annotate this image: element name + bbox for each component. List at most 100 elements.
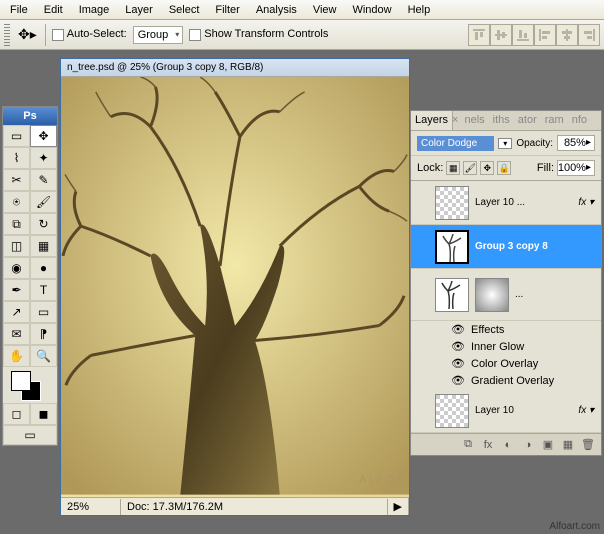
doc-size[interactable]: Doc: 17.3M/176.2M <box>121 499 388 515</box>
canvas[interactable]: ALFOA <box>61 77 409 497</box>
visibility-icon[interactable]: 👁 <box>451 357 465 370</box>
tab-navigator[interactable]: ator <box>514 111 541 130</box>
tab-layers[interactable]: Layers <box>411 111 453 130</box>
align-bottom-icon[interactable] <box>512 24 534 46</box>
auto-select-checkbox[interactable]: Auto-Select: <box>52 28 127 40</box>
layer-style-icon[interactable]: fx <box>479 437 497 453</box>
brush-tool[interactable]: 🖌 <box>30 191 57 213</box>
menu-filter[interactable]: Filter <box>207 1 247 19</box>
layer-name[interactable]: ... <box>515 289 597 300</box>
menu-view[interactable]: View <box>305 1 345 19</box>
layer-row[interactable]: ... <box>411 269 601 321</box>
new-group-icon[interactable]: ▣ <box>539 437 557 453</box>
toolbox[interactable]: Ps ▭ ✥ ⌇ ✦ ✂ ✎ ⍟ 🖌 ⧉ ↻ ◫ ▦ ◉ ● ✒ T ↗ ▭ ✉… <box>2 106 58 446</box>
menu-analysis[interactable]: Analysis <box>248 1 305 19</box>
opacity-input[interactable]: 85% ▸ <box>557 135 595 151</box>
hand-tool[interactable]: ✋ <box>3 345 30 367</box>
effect-item[interactable]: Inner Glow <box>471 341 524 353</box>
menu-window[interactable]: Window <box>344 1 399 19</box>
history-brush-tool[interactable]: ↻ <box>30 213 57 235</box>
visibility-icon[interactable]: 👁 <box>451 340 465 353</box>
effect-item[interactable]: Gradient Overlay <box>471 375 554 387</box>
status-arrow-icon[interactable]: ▶ <box>388 498 409 515</box>
visibility-icon[interactable]: 👁 <box>451 374 465 387</box>
gradient-tool[interactable]: ▦ <box>30 235 57 257</box>
eyedropper-tool[interactable]: ⁋ <box>30 323 57 345</box>
shape-tool[interactable]: ▭ <box>30 301 57 323</box>
blur-tool[interactable]: ◉ <box>3 257 30 279</box>
slice-tool[interactable]: ✎ <box>30 169 57 191</box>
visibility-icon[interactable]: 👁 <box>451 323 465 336</box>
color-swatches[interactable] <box>3 367 57 403</box>
menu-image[interactable]: Image <box>71 1 118 19</box>
grip-icon[interactable] <box>4 24 10 46</box>
fill-input[interactable]: 100% ▸ <box>557 160 595 176</box>
zoom-level[interactable]: 25% <box>61 499 121 515</box>
show-transform-checkbox[interactable]: Show Transform Controls <box>189 28 328 40</box>
healing-tool[interactable]: ⍟ <box>3 191 30 213</box>
tab-info[interactable]: nfo <box>568 111 591 130</box>
marquee-tool[interactable]: ▭ <box>3 125 30 147</box>
layer-row[interactable]: Layer 10 ... fx ▾ <box>411 181 601 225</box>
layer-row-selected[interactable]: Group 3 copy 8 <box>411 225 601 269</box>
align-right-icon[interactable] <box>578 24 600 46</box>
tab-close-icon[interactable]: × <box>450 111 460 130</box>
align-left-icon[interactable] <box>534 24 556 46</box>
pen-tool[interactable]: ✒ <box>3 279 30 301</box>
eraser-tool[interactable]: ◫ <box>3 235 30 257</box>
menu-select[interactable]: Select <box>161 1 208 19</box>
lock-transparency-icon[interactable]: ▦ <box>446 161 460 175</box>
align-top-icon[interactable] <box>468 24 490 46</box>
layer-name[interactable]: Layer 10 ... <box>475 197 569 208</box>
foreground-color-swatch[interactable] <box>11 371 31 391</box>
chevron-down-icon[interactable]: ▾ <box>498 138 512 149</box>
effect-item[interactable]: Color Overlay <box>471 358 538 370</box>
notes-tool[interactable]: ✉ <box>3 323 30 345</box>
adjustment-layer-icon[interactable]: ◑ <box>519 437 537 453</box>
move-tool-icon[interactable]: ✥▸ <box>16 24 39 45</box>
effects-label[interactable]: Effects <box>471 324 504 336</box>
layer-thumbnail[interactable] <box>435 230 469 264</box>
tab-paths[interactable]: iths <box>489 111 514 130</box>
lock-image-icon[interactable]: 🖌 <box>463 161 477 175</box>
link-layers-icon[interactable]: ⧉ <box>459 437 477 453</box>
new-layer-icon[interactable]: ▦ <box>559 437 577 453</box>
dodge-tool[interactable]: ● <box>30 257 57 279</box>
delete-layer-icon[interactable]: 🗑 <box>579 437 597 453</box>
wand-tool[interactable]: ✦ <box>30 147 57 169</box>
quickmask-mode-icon[interactable]: ◼ <box>30 403 57 425</box>
layer-thumbnail[interactable] <box>435 394 469 428</box>
standard-mode-icon[interactable]: ◻ <box>3 403 30 425</box>
layer-mask-thumbnail[interactable] <box>475 278 509 312</box>
zoom-tool[interactable]: 🔍 <box>30 345 57 367</box>
menu-file[interactable]: File <box>2 1 36 19</box>
menu-help[interactable]: Help <box>400 1 439 19</box>
lock-all-icon[interactable]: 🔒 <box>497 161 511 175</box>
layer-row[interactable]: Layer 10 fx ▾ <box>411 389 601 433</box>
menu-edit[interactable]: Edit <box>36 1 71 19</box>
tab-channels[interactable]: nels <box>460 111 488 130</box>
blend-mode-dropdown[interactable]: Color Dodge <box>417 136 494 151</box>
layer-thumbnail[interactable] <box>435 186 469 220</box>
align-vcenter-icon[interactable] <box>490 24 512 46</box>
crop-tool[interactable]: ✂ <box>3 169 30 191</box>
layer-name[interactable]: Group 3 copy 8 <box>475 241 597 252</box>
document-title[interactable]: n_tree.psd @ 25% (Group 3 copy 8, RGB/8) <box>61 59 409 77</box>
tab-histogram[interactable]: ram <box>541 111 568 130</box>
lock-position-icon[interactable]: ✥ <box>480 161 494 175</box>
align-hcenter-icon[interactable] <box>556 24 578 46</box>
fx-badge-icon[interactable]: fx ▾ <box>575 197 597 208</box>
move-tool[interactable]: ✥ <box>30 125 57 147</box>
path-tool[interactable]: ↗ <box>3 301 30 323</box>
lasso-tool[interactable]: ⌇ <box>3 147 30 169</box>
fx-badge-icon[interactable]: fx ▾ <box>575 405 597 416</box>
stamp-tool[interactable]: ⧉ <box>3 213 30 235</box>
layer-thumbnail[interactable] <box>435 278 469 312</box>
menu-layer[interactable]: Layer <box>117 1 161 19</box>
layer-name[interactable]: Layer 10 <box>475 405 569 416</box>
layer-mask-icon[interactable]: ◐ <box>499 437 517 453</box>
screen-mode-icon[interactable]: ▭ <box>3 425 57 445</box>
auto-select-dropdown[interactable]: Group <box>133 26 184 44</box>
type-tool[interactable]: T <box>30 279 57 301</box>
layers-panel[interactable]: Layers × nels iths ator ram nfo Color Do… <box>410 110 602 456</box>
